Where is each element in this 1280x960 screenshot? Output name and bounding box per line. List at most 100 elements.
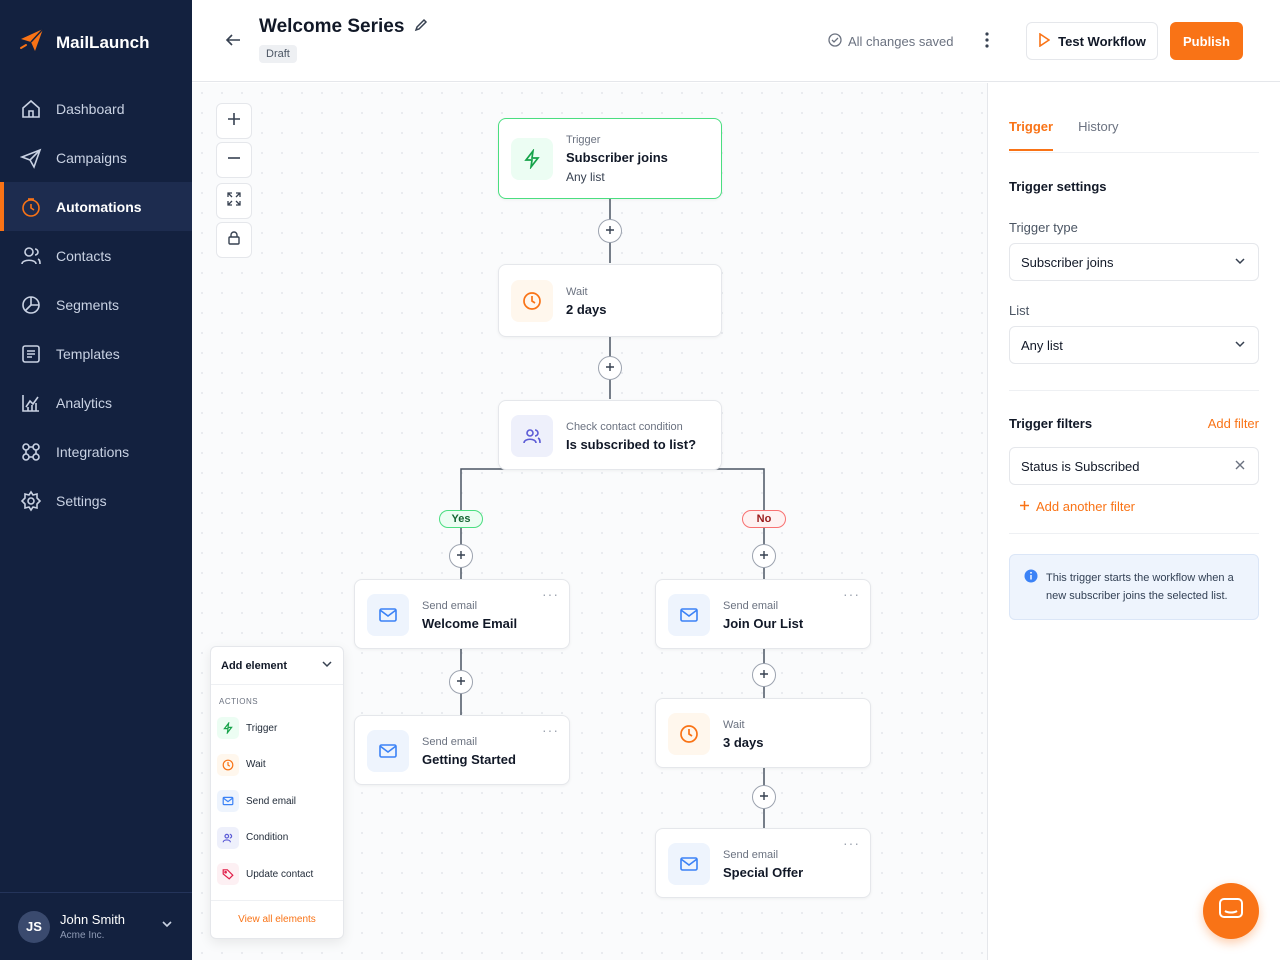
sidebar-item-automations[interactable]: Automations [0,182,192,231]
sidebar-item-integrations[interactable]: Integrations [0,427,192,476]
add-send-email-item[interactable]: Send email [211,783,343,820]
trigger-node[interactable]: Trigger Subscriber joins Any list [498,118,722,199]
list-select[interactable]: Any list [1009,326,1259,364]
node-menu-icon[interactable]: ··· [542,586,559,602]
add-step-button[interactable] [449,670,473,694]
send-email-node[interactable]: Send email Getting Started ··· [354,715,570,785]
send-email-node[interactable]: Send email Special Offer ··· [655,828,871,898]
add-update-contact-item[interactable]: Update contact [211,856,343,893]
sidebar-item-settings[interactable]: Settings [0,476,192,525]
users-icon [511,415,553,457]
status-badge: Draft [259,45,297,63]
test-workflow-button[interactable]: Test Workflow [1026,22,1158,60]
publish-button[interactable]: Publish [1170,22,1243,60]
add-item-label: Wait [246,759,266,771]
sidebar-item-label: Integrations [56,443,130,460]
edit-pencil-icon[interactable] [414,16,428,38]
clock-icon [668,713,710,755]
mail-icon [668,843,710,885]
add-step-button[interactable] [752,544,776,568]
test-workflow-label: Test Workflow [1058,33,1146,49]
actions-section-heading: ACTIONS [219,697,259,706]
sidebar-item-label: Dashboard [56,100,125,117]
close-icon[interactable] [1234,459,1246,474]
tab-trigger[interactable]: Trigger [1009,119,1054,151]
add-condition-item[interactable]: Condition [211,820,343,857]
wait-node[interactable]: Wait 2 days [498,264,722,337]
node-menu-icon[interactable]: ··· [843,835,860,851]
integrations-icon [20,441,42,463]
trigger-settings-heading: Trigger settings [1009,179,1107,194]
node-value: Getting Started [422,752,516,767]
user-org: Acme Inc. [60,930,105,941]
node-value: 2 days [566,302,607,317]
chevron-down-icon [321,658,333,673]
mail-icon [367,594,409,636]
node-label: Trigger [566,134,601,146]
workflow-canvas[interactable]: Trigger Subscriber joins Any list Wait 2… [192,83,987,960]
home-icon [20,98,42,120]
send-email-node[interactable]: Send email Join Our List ··· [655,579,871,649]
add-item-label: Update contact [246,868,314,880]
sidebar-item-contacts[interactable]: Contacts [0,231,192,280]
plus-icon [1019,499,1030,514]
wait-node[interactable]: Wait 3 days [655,698,871,768]
user-name: John Smith [60,912,126,927]
add-element-header[interactable]: Add element [211,647,343,685]
brand-name: MailLaunch [56,32,150,52]
clock-icon [511,280,553,322]
sidebar-item-campaigns[interactable]: Campaigns [0,133,192,182]
tab-history[interactable]: History [1078,119,1118,151]
add-trigger-item[interactable]: Trigger [211,710,343,747]
save-status: All changes saved [828,33,954,50]
gear-icon [20,490,42,512]
chevron-down-icon[interactable] [160,917,174,936]
play-icon [1038,32,1051,50]
brand-logo[interactable]: MailLaunch [18,26,150,59]
sidebar-item-dashboard[interactable]: Dashboard [0,84,192,133]
user-menu[interactable]: JS John Smith Acme Inc. [0,892,192,960]
add-another-filter-label: Add another filter [1036,499,1136,514]
sidebar-item-label: Settings [56,492,107,509]
add-step-button[interactable] [449,544,473,568]
back-arrow-icon[interactable] [224,31,242,54]
add-step-button[interactable] [752,785,776,809]
trigger-type-value: Subscriber joins [1021,254,1114,270]
sidebar-item-label: Campaigns [56,149,127,166]
analytics-icon [20,392,42,414]
users-icon [217,826,239,849]
trigger-type-select[interactable]: Subscriber joins [1009,243,1259,281]
add-filter-link[interactable]: Add filter [1208,416,1259,431]
plus-icon [759,666,769,684]
node-label: Send email [723,849,779,861]
bolt-icon [511,138,553,180]
add-another-filter-button[interactable]: Add another filter [1019,499,1135,514]
plus-icon [605,359,615,377]
node-menu-icon[interactable]: ··· [843,586,860,602]
plus-icon [605,222,615,240]
chat-support-button[interactable] [1203,883,1259,939]
add-step-button[interactable] [598,219,622,243]
view-all-elements-link[interactable]: View all elements [211,900,343,938]
sidebar-item-segments[interactable]: Segments [0,280,192,329]
filter-chip-label: Status is Subscribed [1021,458,1140,474]
paper-plane-logo-icon [18,26,46,59]
chat-icon [1218,897,1244,926]
add-step-button[interactable] [752,663,776,687]
sidebar-item-label: Contacts [56,247,112,264]
sidebar: MailLaunch Dashboard Campaigns Automatio… [0,0,192,960]
plus-icon [759,547,769,565]
add-step-button[interactable] [598,356,622,380]
node-menu-icon[interactable]: ··· [542,722,559,738]
send-email-node[interactable]: Send email Welcome Email ··· [354,579,570,649]
condition-node[interactable]: Check contact condition Is subscribed to… [498,400,722,470]
sidebar-item-templates[interactable]: Templates [0,329,192,378]
info-callout: This trigger starts the workflow when a … [1009,554,1259,620]
add-wait-item[interactable]: Wait [211,747,343,784]
more-options-icon[interactable] [980,30,994,55]
node-value: Join Our List [723,616,804,631]
filter-chip: Status is Subscribed [1009,447,1259,485]
sidebar-item-analytics[interactable]: Analytics [0,378,192,427]
tag-icon [217,863,239,886]
info-icon [1024,569,1038,619]
